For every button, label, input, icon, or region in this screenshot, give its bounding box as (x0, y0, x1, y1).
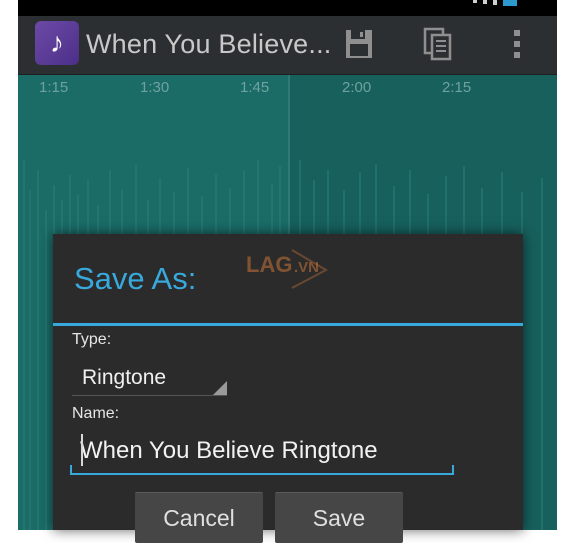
status-bar (18, 0, 557, 16)
save-button[interactable]: Save (275, 492, 403, 543)
copy-icon[interactable] (416, 24, 460, 64)
timeline-tick: 1:30 (140, 79, 170, 96)
cancel-button[interactable]: Cancel (135, 492, 263, 543)
dialog-title: Save As: (74, 261, 197, 296)
timeline-tick: 1:15 (39, 79, 69, 96)
name-input[interactable] (70, 431, 454, 471)
status-icons (473, 0, 517, 6)
name-label: Name: (72, 405, 120, 422)
svg-text:.VN: .VN (294, 259, 319, 276)
timeline-tick: 2:15 (442, 79, 472, 96)
type-spinner-value: Ringtone (82, 366, 167, 389)
overflow-menu-icon[interactable] (495, 24, 539, 64)
signal-icon (493, 0, 497, 5)
timeline-tick: 2:00 (342, 79, 372, 96)
signal-icon (473, 0, 477, 3)
timeline-ruler: 1:15 1:30 1:45 2:00 2:15 (18, 74, 557, 104)
name-field[interactable] (70, 431, 454, 475)
watermark-logo: LAG .VN (246, 249, 329, 289)
song-title: When You Believe... (86, 29, 332, 59)
svg-text:LAG: LAG (246, 252, 292, 277)
battery-icon (503, 0, 517, 6)
save-icon[interactable] (337, 24, 381, 64)
type-label: Type: (72, 331, 112, 348)
spinner-arrow-icon (213, 381, 227, 395)
timeline-tick: 1:45 (240, 79, 270, 96)
text-caret (81, 434, 83, 466)
music-note-icon[interactable]: ♪ (35, 21, 79, 65)
dialog-title-divider (53, 323, 523, 326)
signal-icon (483, 0, 487, 4)
action-bar: ♪ When You Believe... (18, 16, 557, 75)
type-spinner[interactable]: Ringtone (72, 361, 227, 396)
